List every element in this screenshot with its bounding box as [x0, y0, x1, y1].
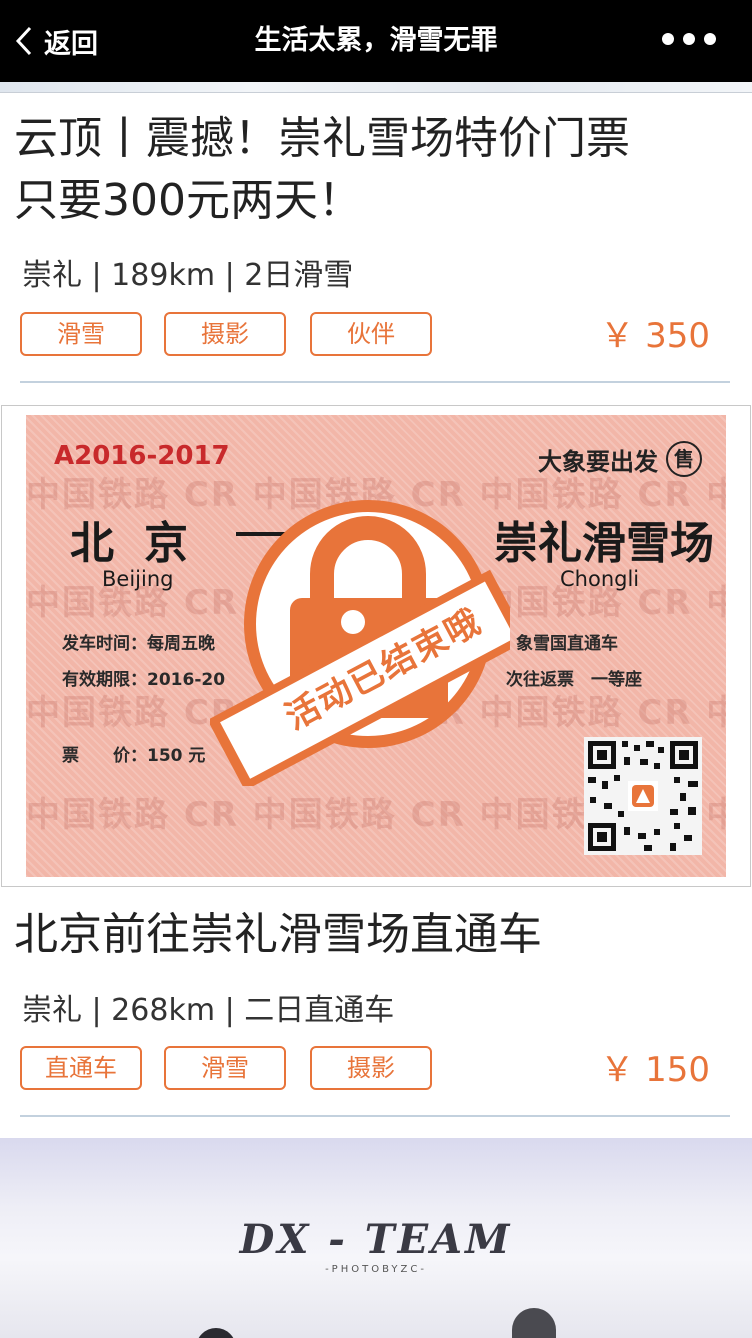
ticket-to: 崇礼滑雪场	[494, 518, 714, 569]
card-title[interactable]: 北京前往崇礼滑雪场直通车	[14, 904, 734, 966]
banner-logo: DX - TEAM	[239, 1216, 513, 1263]
card-meta: 崇礼 | 189km | 2日滑雪	[22, 258, 354, 293]
dot-icon	[683, 33, 695, 45]
dot-icon	[662, 33, 674, 45]
ticket-from-en: Beijing	[102, 567, 174, 591]
banner-subtitle: -PHOTOBYZC-	[325, 1264, 427, 1275]
card-title[interactable]: 云顶丨震撼！崇礼雪场特价门票 只要300元两天！	[14, 108, 734, 232]
tag-photography[interactable]: 摄影	[310, 1046, 432, 1090]
card-title-line: 只要300元两天！	[14, 175, 362, 226]
ticket-seller-name: 大象要出发	[538, 447, 658, 476]
ticket-sale-icon: 售	[666, 441, 702, 477]
card-image[interactable]: DX - TEAM -PHOTOBYZC-	[0, 1138, 752, 1338]
ticket-price: 票 价：150 元	[62, 746, 206, 766]
price: ￥ 150	[600, 1050, 710, 1090]
ticket-code: A2016-2017	[54, 441, 230, 471]
card-image-partial[interactable]	[0, 82, 752, 93]
navbar: 返回 生活太累，滑雪无罪	[0, 0, 752, 82]
card-meta: 崇礼 | 268km | 二日直通车	[22, 993, 395, 1028]
price: ￥ 350	[600, 316, 710, 356]
card-title-line: 云顶丨震撼！崇礼雪场特价门票	[14, 113, 630, 164]
tag-direct-bus[interactable]: 直通车	[20, 1046, 142, 1090]
ticket-train: 象雪国直通车	[516, 634, 618, 654]
tag-ski[interactable]: 滑雪	[20, 312, 142, 356]
divider	[20, 1115, 730, 1117]
person-silhouette	[196, 1328, 236, 1338]
qr-code-icon	[584, 737, 702, 855]
tag-ski[interactable]: 滑雪	[164, 1046, 286, 1090]
ticket-from: 北京	[70, 518, 218, 569]
ticket-seller: 大象要出发 售	[538, 441, 702, 477]
page-title: 生活太累，滑雪无罪	[254, 25, 498, 56]
ticket-seat: 次往返票 一等座	[506, 670, 642, 690]
ticket-valid: 有效期限：2016-20	[62, 670, 226, 690]
divider	[20, 381, 730, 383]
ticket-depart-time: 发车时间：每周五晚	[62, 634, 215, 654]
more-menu-button[interactable]	[662, 28, 716, 50]
person-silhouette	[512, 1308, 556, 1338]
tag-photography[interactable]: 摄影	[164, 312, 286, 356]
tag-partner[interactable]: 伙伴	[310, 312, 432, 356]
ticket-to-en: Chongli	[560, 567, 640, 591]
dot-icon	[704, 33, 716, 45]
